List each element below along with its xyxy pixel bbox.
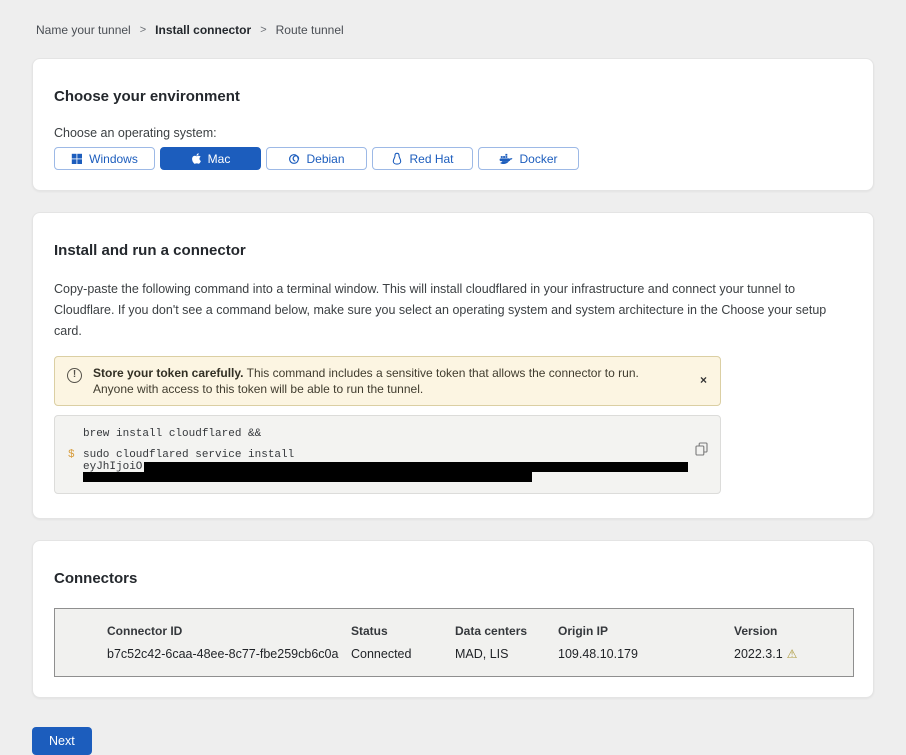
- col-connector-id: Connector ID: [107, 624, 351, 638]
- os-button-redhat[interactable]: Red Hat: [372, 147, 473, 170]
- info-icon: !: [67, 368, 82, 383]
- os-button-mac[interactable]: Mac: [160, 147, 261, 170]
- environment-card: Choose your environment Choose an operat…: [32, 58, 874, 191]
- apple-icon: [191, 152, 202, 165]
- breadcrumb-step-name-tunnel[interactable]: Name your tunnel: [36, 23, 131, 37]
- breadcrumb-step-install-connector: Install connector: [155, 23, 251, 37]
- environment-card-title: Choose your environment: [54, 88, 852, 105]
- copy-icon[interactable]: [695, 442, 708, 459]
- install-card: Install and run a connector Copy-paste t…: [32, 212, 874, 519]
- breadcrumb-step-route-tunnel: Route tunnel: [276, 23, 344, 37]
- breadcrumb: Name your tunnel > Install connector > R…: [32, 0, 874, 37]
- version-value: 2022.3.1⚠: [734, 647, 853, 661]
- status-badge: Connected: [351, 647, 455, 661]
- breadcrumb-separator: >: [140, 24, 146, 36]
- col-data-centers: Data centers: [455, 624, 558, 638]
- token-warning-bold: Store your token carefully.: [93, 366, 244, 380]
- origin-ip-value: 109.48.10.179: [558, 647, 734, 661]
- table-row: b7c52c42-6caa-48ee-8c77-fbe259cb6c0a Con…: [107, 647, 853, 661]
- col-version: Version: [734, 624, 853, 638]
- col-status: Status: [351, 624, 455, 638]
- token-warning-banner: ! Store your token carefully. This comma…: [54, 356, 721, 406]
- token-redaction-bar: [144, 462, 688, 472]
- docker-icon: [499, 153, 513, 165]
- close-icon[interactable]: ×: [700, 374, 707, 386]
- connectors-card-title: Connectors: [54, 570, 852, 587]
- os-button-docker[interactable]: Docker: [478, 147, 579, 170]
- os-button-label: Debian: [306, 152, 344, 166]
- token-line: [83, 472, 680, 482]
- install-command-code-block: brew install cloudflared && $ sudo cloud…: [54, 415, 721, 494]
- token-redaction-bar: [83, 472, 532, 482]
- os-button-group: Windows Mac Debian Red Hat: [54, 147, 852, 170]
- debian-icon: [288, 153, 300, 165]
- connectors-card: Connectors Connector ID Status Data cent…: [32, 540, 874, 698]
- data-centers-value: MAD, LIS: [455, 647, 558, 661]
- os-button-windows[interactable]: Windows: [54, 147, 155, 170]
- page: Name your tunnel > Install connector > R…: [32, 0, 874, 755]
- redhat-icon: [391, 152, 403, 165]
- breadcrumb-separator: >: [260, 24, 266, 36]
- connectors-table: Connector ID Status Data centers Origin …: [54, 608, 854, 677]
- version-warning-icon: ⚠: [787, 647, 798, 661]
- col-origin-ip: Origin IP: [558, 624, 734, 638]
- os-button-label: Red Hat: [409, 152, 453, 166]
- table-header-row: Connector ID Status Data centers Origin …: [107, 624, 853, 638]
- install-card-title: Install and run a connector: [54, 242, 852, 259]
- os-select-label: Choose an operating system:: [54, 126, 852, 140]
- os-button-debian[interactable]: Debian: [266, 147, 367, 170]
- os-button-label: Mac: [208, 152, 231, 166]
- windows-icon: [71, 153, 83, 165]
- install-description: Copy-paste the following command into a …: [54, 279, 852, 342]
- os-button-label: Docker: [519, 152, 557, 166]
- os-button-label: Windows: [89, 152, 138, 166]
- token-line: eyJhIjoiO: [83, 462, 680, 472]
- next-button[interactable]: Next: [32, 727, 92, 755]
- code-line-service-install: sudo cloudflared service install: [83, 448, 680, 462]
- shell-prompt: $: [68, 448, 75, 462]
- code-line-brew: brew install cloudflared &&: [83, 427, 680, 441]
- connector-id-value: b7c52c42-6caa-48ee-8c77-fbe259cb6c0a: [107, 647, 351, 661]
